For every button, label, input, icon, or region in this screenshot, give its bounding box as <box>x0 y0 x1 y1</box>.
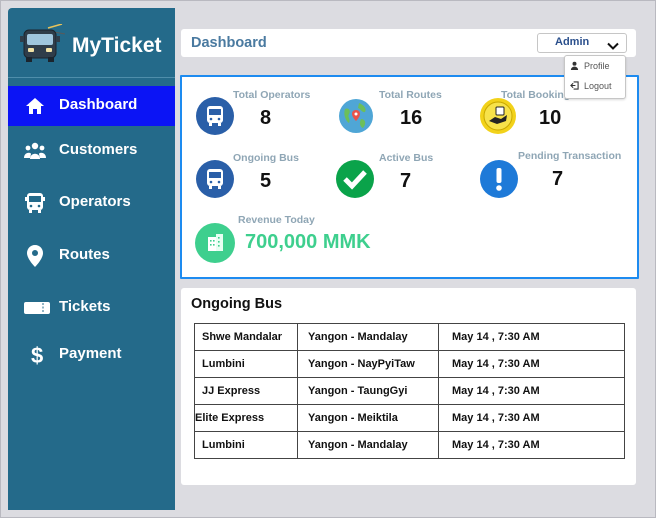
route-cell: Yangon - NayPyiTaw <box>297 350 439 378</box>
time-cell: May 14 , 7:30 AM <box>438 431 625 459</box>
total-operators-value: 8 <box>260 107 272 129</box>
route-cell: Yangon - Mandalay <box>297 323 439 351</box>
ticket-icon <box>23 296 50 320</box>
route-cell: Yangon - Meiktila <box>297 404 439 432</box>
home-icon <box>23 94 47 118</box>
sidebar-item-label: Routes <box>59 246 110 263</box>
sidebar-item-label: Operators <box>59 193 131 210</box>
time-cell: May 14 , 7:30 AM <box>438 350 625 378</box>
user-icon <box>570 61 584 72</box>
active-bus-label: Active Bus <box>379 152 434 164</box>
pending-transaction-value: 7 <box>552 168 564 190</box>
sidebar-divider <box>8 77 175 78</box>
total-operators-label: Total Operators <box>233 89 311 101</box>
logout-label: Logout <box>584 81 612 91</box>
time-cell: May 14 , 7:30 AM <box>438 404 625 432</box>
sidebar-item-dashboard[interactable]: Dashboard <box>8 86 175 126</box>
sidebar-item-label: Payment <box>59 345 122 362</box>
ongoing-bus-label: Ongoing Bus <box>233 152 299 164</box>
operator-cell: Lumbini <box>194 350 298 378</box>
sidebar-item-label: Tickets <box>59 298 111 315</box>
admin-dropdown-menu: Profile Logout <box>564 55 626 99</box>
revenue-today-value: 700,000 MMK <box>245 231 371 253</box>
operator-cell: Shwe Mandalar <box>194 323 298 351</box>
sidebar-item-label: Dashboard <box>59 96 138 113</box>
table-row[interactable]: Shwe Mandalar Yangon - Mandalay May 14 ,… <box>194 323 625 351</box>
total-routes-value: 16 <box>400 107 423 129</box>
route-cell: Yangon - TaungGyi <box>297 377 439 405</box>
operator-cell: Elite Express <box>194 404 298 432</box>
total-booking-value: 10 <box>539 107 562 129</box>
ongoing-bus-value: 5 <box>260 170 272 192</box>
total-booking-label: Total Booking <box>501 89 571 101</box>
sidebar-item-routes[interactable]: Routes <box>8 236 175 276</box>
time-cell: May 14 , 7:30 AM <box>438 323 625 351</box>
table-row[interactable]: JJ Express Yangon - TaungGyi May 14 , 7:… <box>194 377 625 405</box>
admin-menu-button[interactable]: Admin <box>537 33 627 53</box>
ongoing-bus-table: Shwe Mandalar Yangon - Mandalay May 14 ,… <box>194 323 625 459</box>
logout-icon <box>570 80 584 92</box>
sidebar-item-label: Customers <box>59 141 138 158</box>
bus-icon <box>23 191 47 215</box>
bus-logo-icon <box>18 22 66 69</box>
sidebar-item-customers[interactable]: Customers <box>8 131 175 171</box>
time-cell: May 14 , 7:30 AM <box>438 377 625 405</box>
globe-routes-icon <box>337 97 375 135</box>
logout-menu-item[interactable]: Logout <box>570 79 612 93</box>
building-icon <box>195 223 235 263</box>
pending-transaction-label: Pending Transaction <box>518 150 622 162</box>
ongoing-bus-panel: Ongoing Bus Shwe Mandalar Yangon - Manda… <box>181 288 636 485</box>
profile-label: Profile <box>584 61 610 71</box>
sidebar-item-tickets[interactable]: Tickets <box>8 288 175 328</box>
bus-stat-icon <box>196 97 234 135</box>
location-pin-icon <box>23 244 47 268</box>
ongoing-bus-icon <box>196 160 234 198</box>
operator-cell: Lumbini <box>194 431 298 459</box>
route-cell: Yangon - Mandalay <box>297 431 439 459</box>
page-title: Dashboard <box>191 35 267 51</box>
booking-hand-icon <box>479 97 517 135</box>
total-routes-label: Total Routes <box>379 89 442 101</box>
table-row[interactable]: Elite Express Yangon - Meiktila May 14 ,… <box>194 404 625 432</box>
chevron-down-icon <box>607 38 619 56</box>
admin-label: Admin <box>555 36 590 48</box>
check-circle-icon <box>336 160 374 198</box>
sidebar: MyTicket Dashboard Customers Operators R… <box>8 8 175 510</box>
stats-panel: Total Operators 8 Total Routes 16 Total … <box>180 75 639 279</box>
sidebar-item-payment[interactable]: $ Payment <box>8 335 175 375</box>
brand[interactable]: MyTicket <box>18 22 162 69</box>
exclamation-circle-icon <box>480 160 518 198</box>
svg-text:$: $ <box>31 343 43 367</box>
profile-menu-item[interactable]: Profile <box>570 59 610 73</box>
active-bus-value: 7 <box>400 170 412 192</box>
sidebar-item-operators[interactable]: Operators <box>8 183 175 223</box>
revenue-today-label: Revenue Today <box>238 214 315 226</box>
table-row[interactable]: Lumbini Yangon - NayPyiTaw May 14 , 7:30… <box>194 350 625 378</box>
dollar-icon: $ <box>28 343 52 368</box>
table-row[interactable]: Lumbini Yangon - Mandalay May 14 , 7:30 … <box>194 431 625 459</box>
top-header: Dashboard Admin <box>181 29 636 57</box>
app-name: MyTicket <box>72 34 162 57</box>
operator-cell: JJ Express <box>194 377 298 405</box>
ongoing-bus-title: Ongoing Bus <box>191 296 283 312</box>
users-icon <box>23 139 47 163</box>
